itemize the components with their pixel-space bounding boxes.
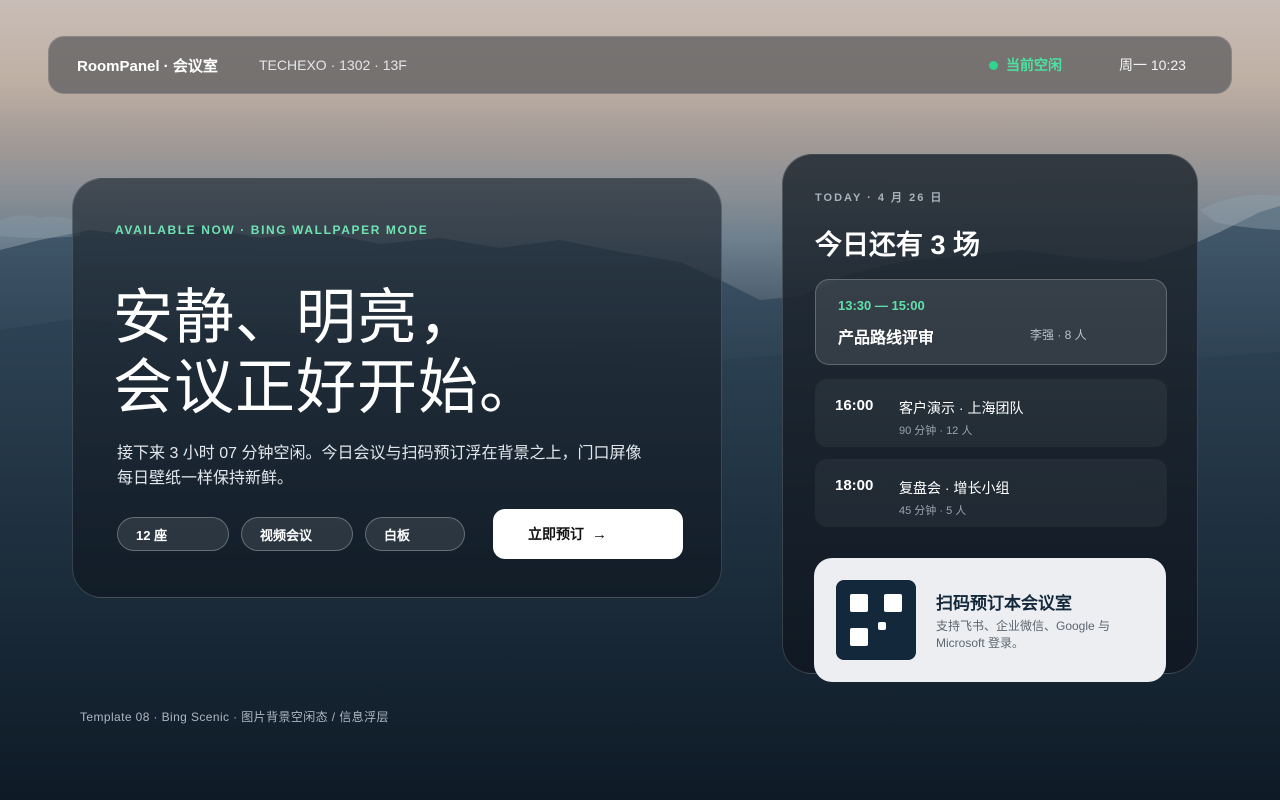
feature-chip-video: 视频会议 bbox=[241, 517, 353, 551]
room-status: 当前空闲 bbox=[989, 55, 1062, 75]
meeting-time: 13:30 — 15:00 bbox=[838, 298, 925, 313]
book-now-button[interactable]: 立即预订 → bbox=[493, 509, 683, 559]
availability-description: 接下来 3 小时 07 分钟空闲。今日会议与扫码预订浮在背景之上，门口屏像每日壁… bbox=[117, 445, 642, 487]
meeting-item-current[interactable]: 13:30 — 15:00 产品路线评审 李强 · 8 人 bbox=[815, 279, 1167, 365]
availability-eyebrow: AVAILABLE NOW · BING WALLPAPER MODE bbox=[115, 223, 429, 237]
feature-chip-seats: 12 座 bbox=[117, 517, 229, 551]
status-label: 当前空闲 bbox=[1006, 57, 1062, 73]
room-features: 12 座 视频会议 白板 bbox=[117, 517, 465, 551]
meeting-title: 复盘会 · 增长小组 bbox=[899, 480, 1010, 496]
availability-card: AVAILABLE NOW · BING WALLPAPER MODE 安静、明… bbox=[72, 178, 722, 598]
qr-booking-card[interactable]: 扫码预订本会议室 支持飞书、企业微信、Google 与 Microsoft 登录… bbox=[814, 558, 1166, 682]
status-dot-icon bbox=[989, 60, 998, 70]
book-now-label: 立即预订 bbox=[528, 526, 584, 542]
schedule-title: 今日还有 3 场 bbox=[815, 230, 981, 260]
meeting-item[interactable]: 16:00 客户演示 · 上海团队 90 分钟 · 12 人 bbox=[815, 379, 1167, 447]
qr-booking-description: 支持飞书、企业微信、Google 与 Microsoft 登录。 bbox=[936, 619, 1111, 650]
qr-booking-title: 扫码预订本会议室 bbox=[936, 594, 1072, 613]
template-footer: Template 08 · Bing Scenic · 图片背景空闲态 / 信息… bbox=[80, 710, 389, 724]
schedule-date: TODAY · 4 月 26 日 bbox=[815, 192, 944, 204]
meeting-meta: 90 分钟 · 12 人 bbox=[899, 425, 973, 437]
meeting-title: 产品路线评审 bbox=[838, 330, 935, 347]
app-brand: RoomPanel · 会议室 bbox=[77, 57, 218, 75]
qr-code-icon bbox=[836, 580, 916, 660]
feature-chip-whiteboard: 白板 bbox=[365, 517, 465, 551]
page-headline: 安静、明亮， 会议正好开始。 bbox=[113, 284, 540, 421]
meeting-meta: 45 分钟 · 5 人 bbox=[899, 505, 967, 517]
room-location: TECHEXO · 1302 · 13F bbox=[259, 57, 407, 73]
meeting-meta: 李强 · 8 人 bbox=[1030, 328, 1087, 342]
meeting-time: 16:00 bbox=[835, 397, 874, 414]
meeting-time: 18:00 bbox=[835, 477, 874, 494]
meeting-item[interactable]: 18:00 复盘会 · 增长小组 45 分钟 · 5 人 bbox=[815, 459, 1167, 527]
clock: 周一 10:23 bbox=[1119, 57, 1186, 73]
meeting-title: 客户演示 · 上海团队 bbox=[899, 400, 1024, 416]
arrow-right-icon: → bbox=[592, 525, 607, 543]
top-bar: RoomPanel · 会议室 TECHEXO · 1302 · 13F 当前空… bbox=[48, 36, 1232, 94]
